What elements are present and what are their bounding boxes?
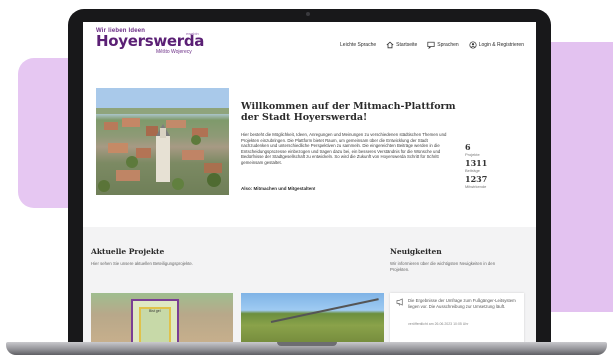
projects-subtitle: Hier sehen Sie unsere aktuellen Beteilig… <box>91 261 193 266</box>
site-header: Wir lieben Ideen Hoyerswerda Měšto Wojer… <box>83 22 536 64</box>
stat-contributions-label: Beiträge <box>465 168 480 173</box>
news-heading: Neuigkeiten <box>390 247 442 256</box>
nav-home[interactable]: Startseite <box>386 41 417 49</box>
main-nav: Leichte Sprache Startseite Sprachen Logi… <box>330 41 524 49</box>
hero-title: Willkommen auf der Mitmach-Plattform der… <box>241 101 456 123</box>
logo-wordmark: Hoyerswerda <box>96 32 205 50</box>
nav-home-label: Startseite <box>396 42 418 48</box>
laptop-screen: Wir lieben Ideen Hoyerswerda Měšto Wojer… <box>83 22 536 347</box>
nav-easy-language[interactable]: Leichte Sprache <box>340 42 376 48</box>
stat-projects-label: Projekte <box>465 152 480 157</box>
projects-heading: Aktuelle Projekte <box>91 247 165 256</box>
hero-intro-text: Hier besteht die Möglichkeit, Ideen, Anr… <box>241 132 447 165</box>
project-card-landscape[interactable] <box>241 293 384 347</box>
platform-stats: 6 Projekte 1311 Beiträge 1237 Mitwirkend… <box>465 143 525 191</box>
news-item-date: veröffentlicht am 26.06.2023 10:05 Uhr <box>408 322 469 326</box>
laptop-notch <box>277 342 337 346</box>
nav-languages-label: Sprachen <box>437 42 459 48</box>
landscape-path <box>270 298 379 323</box>
hero-city-aerial-photo <box>96 88 229 195</box>
project-card-plan[interactable]: Bist gel <box>91 293 233 347</box>
city-aerial-illustration <box>96 88 229 192</box>
megaphone-icon <box>396 298 403 306</box>
plan-label: Bist gel <box>149 309 161 313</box>
nav-login-label: Login & Registrieren <box>478 42 524 48</box>
news-item-text: Die Ergebnisse der Umfrage zum Fußgänger… <box>408 298 516 309</box>
site-logo[interactable]: Wir lieben Ideen Hoyerswerda Měšto Wojer… <box>96 28 204 55</box>
content-section: Aktuelle Projekte Hier sehen Sie unsere … <box>83 227 536 347</box>
stat-participants-value: 1237 <box>465 174 488 184</box>
nav-languages[interactable]: Sprachen <box>427 41 459 49</box>
news-subtitle: Wir informieren über die wichtigsten Neu… <box>390 261 496 272</box>
stat-projects-value: 6 <box>465 142 471 152</box>
hero-call-to-action: Also: Mitmachen und Mitgestalten! <box>241 186 316 191</box>
stat-contributions-value: 1311 <box>465 158 488 168</box>
news-item[interactable]: Die Ergebnisse der Umfrage zum Fußgänger… <box>390 293 524 347</box>
plan-inner-outline <box>139 307 171 347</box>
webcam <box>306 12 310 16</box>
nav-easy-language-label: Leichte Sprache <box>340 42 377 48</box>
home-icon <box>386 41 394 49</box>
stat-participants-label: Mitwirkende <box>465 184 487 189</box>
logo-badge: ewebin <box>186 31 199 36</box>
nav-login[interactable]: Login & Registrieren <box>469 41 524 49</box>
translate-icon <box>427 41 435 49</box>
user-icon <box>469 41 477 49</box>
